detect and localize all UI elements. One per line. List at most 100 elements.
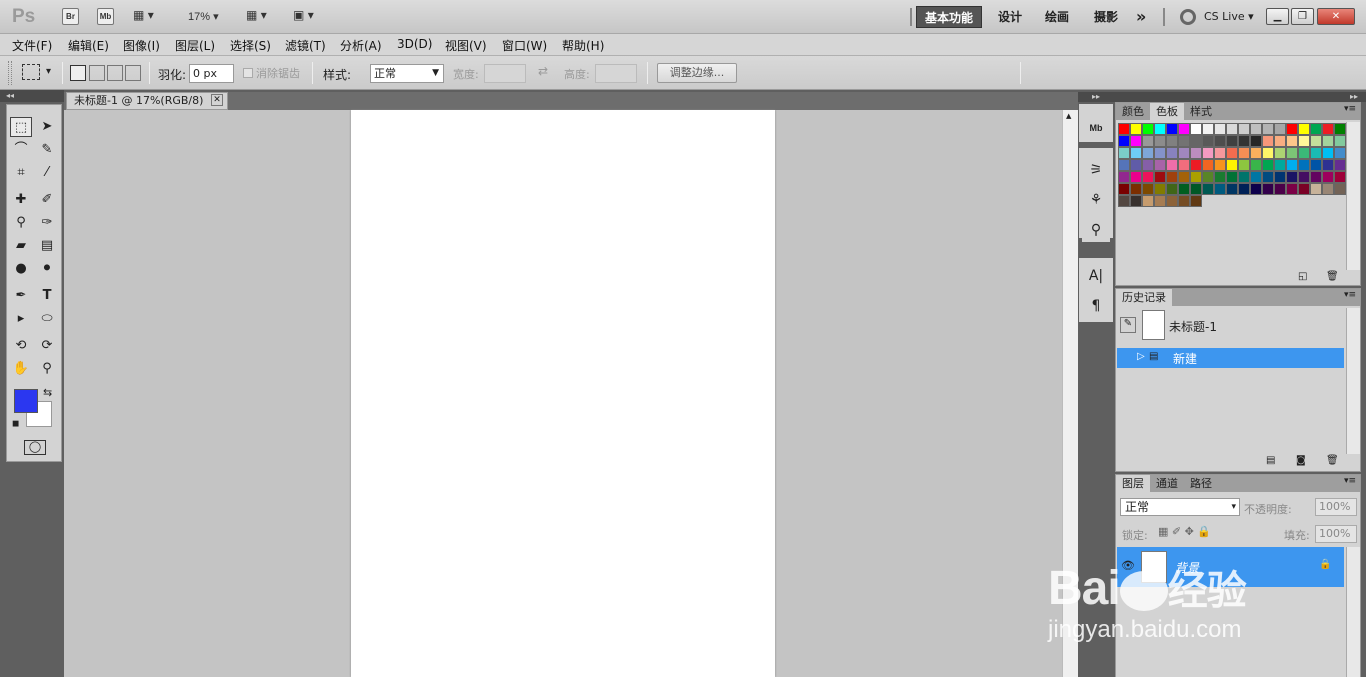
color-swatch[interactable] [1286,183,1298,195]
color-swatch[interactable] [1322,171,1334,183]
color-swatch[interactable] [1274,171,1286,183]
color-swatch[interactable] [1154,135,1166,147]
chevron-down-icon[interactable]: ▾ [46,66,51,77]
history-step-new[interactable]: ▷ ▤ 新建 [1117,348,1344,368]
color-swatch[interactable] [1226,147,1238,159]
tab-history[interactable]: 历史记录 [1116,289,1172,306]
color-swatch[interactable] [1250,183,1262,195]
color-swatch[interactable] [1286,159,1298,171]
mini-bridge-panel-icon[interactable]: Mb [1082,116,1110,140]
color-swatch[interactable] [1142,183,1154,195]
history-snapshot[interactable]: ✎ 未标题-1 [1116,308,1346,344]
color-swatch[interactable] [1274,135,1286,147]
workspace-design[interactable]: 设计 [990,6,1030,28]
toolbox-collapse-button[interactable]: ◂◂ [0,90,64,102]
pen-tool-icon[interactable]: ✒ [10,286,32,306]
color-swatch[interactable] [1178,195,1190,207]
ellipse-tool-icon[interactable]: ⬭ [36,309,58,329]
color-swatch[interactable] [1262,183,1274,195]
document-tab[interactable]: 未标题-1 @ 17%(RGB/8) ✕ [66,92,228,110]
camera-icon[interactable]: ◙ [1296,455,1306,466]
color-swatch[interactable] [1286,147,1298,159]
new-swatch-icon[interactable]: ◱ [1298,271,1307,282]
eraser-tool-icon[interactable]: ▰ [10,236,32,256]
color-swatch[interactable] [1142,147,1154,159]
color-swatch[interactable] [1178,183,1190,195]
color-swatch[interactable] [1190,171,1202,183]
menu-window[interactable]: 窗口(W) [502,37,547,54]
opacity-input[interactable]: 100% [1315,498,1357,516]
color-swatch[interactable] [1226,159,1238,171]
color-swatch[interactable] [1322,183,1334,195]
tab-styles[interactable]: 样式 [1184,103,1218,120]
zoom-tool-icon[interactable]: ⚲ [36,359,58,379]
feather-input[interactable]: 0 px [189,64,234,83]
restore-button[interactable]: ❐ [1291,8,1314,25]
paragraph-panel-icon[interactable]: ¶ [1082,294,1110,318]
lock-all-icon[interactable]: 🔒 [1197,525,1211,538]
color-swatch[interactable] [1142,135,1154,147]
color-swatch[interactable] [1238,171,1250,183]
color-swatch[interactable] [1202,183,1214,195]
color-swatch[interactable] [1322,147,1334,159]
lock-transparency-icon[interactable]: ▦ [1158,525,1168,538]
lock-position-icon[interactable]: ✥ [1185,525,1194,538]
hand-tool-icon[interactable]: ✋ [10,359,32,379]
more-workspaces-button[interactable]: » [1128,6,1154,28]
3d-orbit-tool-icon[interactable]: ⟳ [36,336,58,356]
color-swatch[interactable] [1322,159,1334,171]
color-swatch[interactable] [1322,123,1334,135]
color-swatch[interactable] [1334,147,1346,159]
color-swatch[interactable] [1118,171,1130,183]
color-swatch[interactable] [1154,147,1166,159]
color-swatch[interactable] [1310,123,1322,135]
tab-paths[interactable]: 路径 [1184,475,1218,492]
color-swatch[interactable] [1262,123,1274,135]
3d-rotate-tool-icon[interactable]: ⟲ [10,336,32,356]
quick-selection-tool-icon[interactable]: ✎ [36,140,58,160]
color-swatch[interactable] [1166,147,1178,159]
color-swatch[interactable] [1130,135,1142,147]
rect-marquee-tool-preset-icon[interactable] [22,64,40,80]
menu-help[interactable]: 帮助(H) [562,37,604,54]
color-swatch[interactable] [1238,159,1250,171]
color-swatch[interactable] [1190,183,1202,195]
history-scrollbar[interactable] [1346,308,1360,454]
menu-view[interactable]: 视图(V) [445,37,487,54]
color-swatch[interactable] [1202,135,1214,147]
color-swatch[interactable] [1154,183,1166,195]
color-swatch[interactable] [1166,135,1178,147]
swap-colors-icon[interactable]: ⇆ [43,386,52,399]
color-swatch[interactable] [1214,123,1226,135]
tab-swatches[interactable]: 色板 [1150,103,1184,120]
color-swatch[interactable] [1298,171,1310,183]
panels-collapse-button[interactable]: ▸▸ [1114,92,1366,102]
color-swatch[interactable] [1262,171,1274,183]
screen-mode-button[interactable]: ▣ ▾ [293,8,314,22]
color-swatch[interactable] [1226,123,1238,135]
brush-presets-icon[interactable]: ⚞ [1082,158,1110,182]
color-swatch[interactable] [1322,135,1334,147]
color-swatch[interactable] [1298,183,1310,195]
color-swatch[interactable] [1118,147,1130,159]
color-swatch[interactable] [1118,123,1130,135]
quick-mask-icon[interactable]: ◯ [24,440,46,455]
panel-menu-icon[interactable]: ▾≡ [1344,290,1356,300]
arrange-documents-button[interactable]: ▦ ▾ [246,8,267,22]
bridge-button[interactable]: Br [62,8,79,25]
document-canvas[interactable] [351,110,775,677]
blur-tool-icon[interactable]: ● [10,259,32,279]
color-swatch[interactable] [1142,123,1154,135]
rectangular-marquee-tool-icon[interactable]: ⬚ [10,117,32,137]
subtract-from-selection-icon[interactable] [107,65,123,81]
workspace-essentials[interactable]: 基本功能 [916,6,983,28]
color-swatch[interactable] [1118,195,1130,207]
color-swatch[interactable] [1250,147,1262,159]
color-swatch[interactable] [1214,147,1226,159]
color-swatch[interactable] [1274,123,1286,135]
color-swatch[interactable] [1166,183,1178,195]
menu-layer[interactable]: 图层(L) [175,37,215,54]
lock-pixels-icon[interactable]: ✐ [1172,525,1181,538]
color-swatch[interactable] [1166,159,1178,171]
menu-select[interactable]: 选择(S) [230,37,271,54]
